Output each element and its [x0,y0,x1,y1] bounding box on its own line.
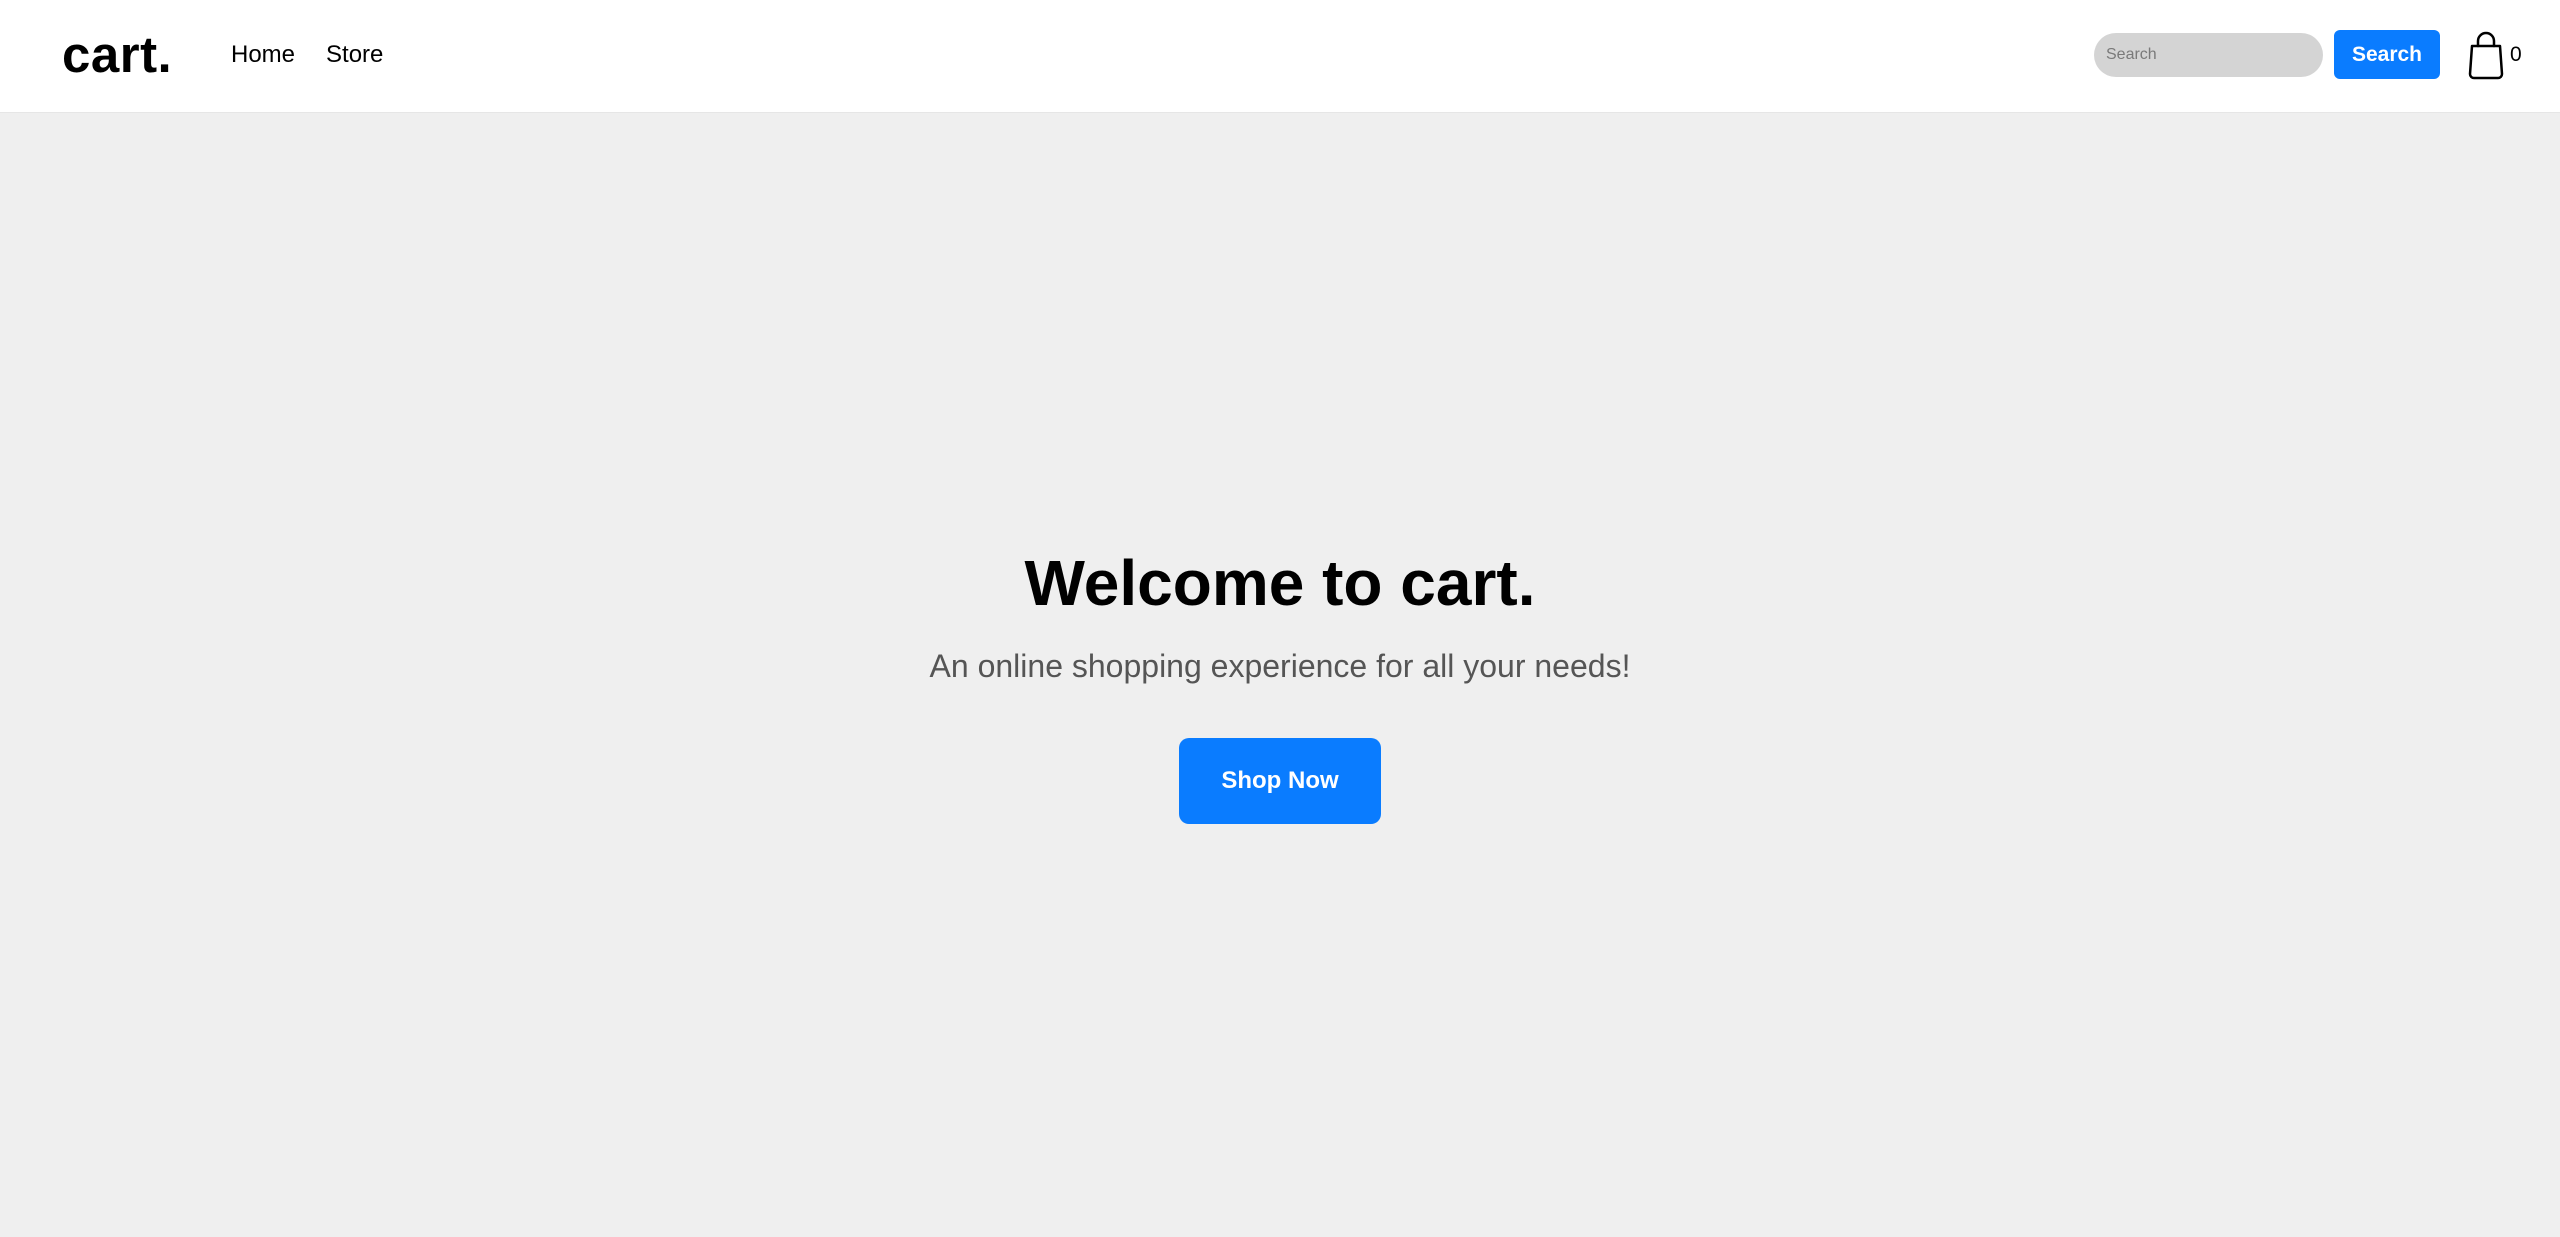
brand-logo[interactable]: cart. [62,24,172,86]
hero-title: Welcome to cart. [1024,547,1536,619]
hero-subtitle: An online shopping experience for all yo… [929,648,1631,684]
hero-section: Welcome to cart. An online shopping expe… [0,540,2560,824]
search-input[interactable] [2094,33,2323,77]
search-button[interactable]: Search [2334,30,2440,79]
navbar: cart. Home Store Search 0 [0,0,2560,113]
cart-button[interactable]: 0 [2466,30,2532,80]
nav-links: Home Store [231,37,383,73]
cart-count: 0 [2510,43,2522,66]
shopping-bag-icon [2468,31,2504,80]
nav-link-home[interactable]: Home [231,37,295,73]
nav-link-store[interactable]: Store [326,37,383,73]
shop-now-button[interactable]: Shop Now [1179,738,1381,824]
